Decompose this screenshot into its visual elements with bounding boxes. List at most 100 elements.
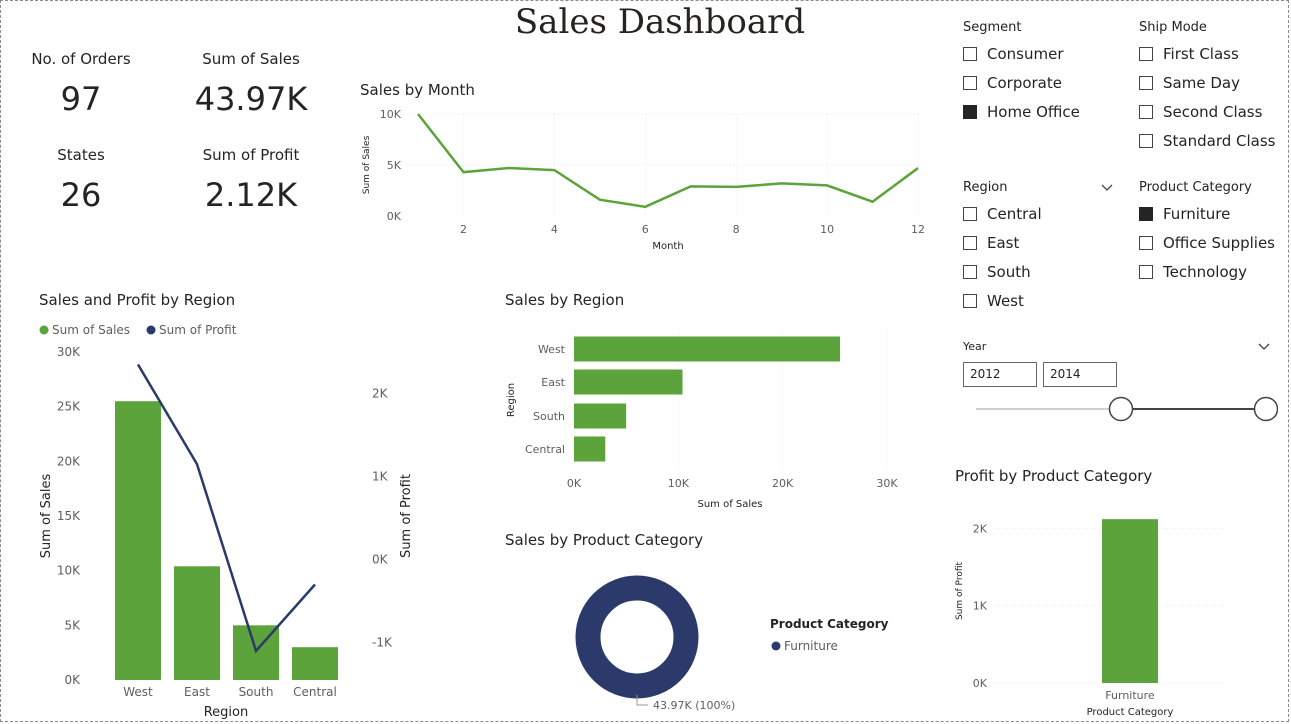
checkbox[interactable] [1139, 76, 1153, 90]
sales-by-product-category-title: Sales by Product Category [505, 531, 704, 549]
segment-option-corporate[interactable]: Corporate [963, 72, 1080, 94]
checkbox[interactable] [1139, 265, 1153, 279]
y2-tick-label: 2K [372, 387, 389, 401]
profit-by-product-category-title: Profit by Product Category [955, 467, 1153, 485]
legend-title: Product Category [770, 617, 889, 631]
product-category-slicer: Product Category Furniture Office Supplie… [1139, 180, 1275, 283]
region-option-central[interactable]: Central [963, 203, 1113, 225]
checkbox[interactable] [1139, 134, 1153, 148]
sales-profit-by-region-chart[interactable]: Sum of Sales Sum of Profit 0K 5K 10K 15K 20K 25… [20, 315, 430, 723]
slicer-item-label: Furniture [1163, 205, 1231, 223]
ship-mode-option-standard-class[interactable]: Standard Class [1139, 130, 1275, 152]
profit-line [136, 363, 316, 654]
x-tick-label: 2 [460, 223, 467, 236]
category-option-technology[interactable]: Technology [1139, 261, 1275, 283]
slicer-item-label: Office Supplies [1163, 234, 1276, 252]
y-tick-label: West [538, 343, 566, 356]
y-tick-label: South [533, 410, 565, 423]
kpi-label-sales: Sum of Sales [202, 50, 300, 68]
checkbox[interactable] [1139, 207, 1153, 221]
checkbox[interactable] [1139, 105, 1153, 119]
sales-by-month-chart[interactable]: 0K 5K 10K 2 4 6 8 10 12 Month Sum of Sales [350, 100, 940, 260]
x-tick-label: East [184, 685, 210, 699]
bar-east [574, 369, 683, 395]
x-tick-label: 4 [551, 223, 558, 236]
x-tick-label: 12 [911, 223, 925, 236]
checkbox[interactable] [963, 265, 977, 279]
x-tick-label: 8 [733, 223, 740, 236]
slicer-item-label: East [987, 234, 1020, 252]
y-tick-label: 25K [57, 400, 81, 414]
year-slicer: Year 2012 2014 [963, 340, 1278, 425]
y-tick-label: 0K [973, 677, 988, 690]
kpi-label-profit: Sum of Profit [202, 146, 300, 164]
segment-option-home-office[interactable]: Home Office [963, 101, 1080, 123]
x-axis-title: Region [204, 705, 249, 720]
y-tick-label: East [541, 376, 565, 389]
segment-slicer: Segment Consumer Corporate Home Office [963, 20, 1080, 123]
checkbox[interactable] [963, 236, 977, 250]
bar-furniture [1102, 519, 1158, 683]
bar-east [174, 566, 220, 680]
slicer-item-label: Corporate [987, 74, 1062, 92]
y-tick-label: Central [525, 443, 565, 456]
slicer-item-label: South [987, 263, 1031, 281]
x-tick-label: Furniture [1105, 689, 1155, 702]
sales-by-product-category-chart[interactable]: 43.97K (100%) Product Category Furniture [500, 555, 920, 720]
ship-mode-option-first-class[interactable]: First Class [1139, 43, 1275, 65]
year-from-input[interactable]: 2012 [963, 362, 1037, 387]
slicer-item-label: Same Day [1163, 74, 1240, 92]
chevron-down-icon[interactable] [1258, 343, 1270, 351]
x-tick-label: 20K [772, 477, 794, 490]
slider-handle-start[interactable] [1108, 396, 1134, 422]
ship-mode-option-same-day[interactable]: Same Day [1139, 72, 1275, 94]
year-slicer-header: Year [963, 340, 987, 353]
bar-central [292, 647, 338, 680]
kpi-label-orders: No. of Orders [31, 50, 131, 68]
segment-option-consumer[interactable]: Consumer [963, 43, 1080, 65]
slicer-item-label: Technology [1163, 263, 1248, 281]
bar-central [574, 436, 606, 462]
checkbox[interactable] [963, 294, 977, 308]
region-option-west[interactable]: West [963, 290, 1113, 312]
profit-by-product-category-chart[interactable]: 0K 1K 2K Furniture Product Category Sum of Pr… [945, 495, 1245, 720]
y2-axis-title: Sum of Profit [399, 474, 414, 558]
checkbox[interactable] [1139, 236, 1153, 250]
kpi-label-states: States [57, 146, 105, 164]
data-label: 43.97K (100%) [653, 699, 735, 712]
checkbox[interactable] [963, 76, 977, 90]
region-option-east[interactable]: East [963, 232, 1113, 254]
y-axis-title: Sum of Sales [362, 135, 372, 194]
sales-by-month-title: Sales by Month [360, 81, 475, 99]
checkbox[interactable] [963, 207, 977, 221]
sales-by-region-chart[interactable]: 0K 10K 20K 30K West East South Central Sum of Sa… [495, 320, 915, 515]
donut-slice-furniture [575, 575, 699, 699]
slicer-item-label: West [987, 292, 1024, 310]
region-option-south[interactable]: South [963, 261, 1113, 283]
slicer-item-label: Standard Class [1163, 132, 1276, 150]
y-tick-label: 1K [973, 600, 988, 613]
checkbox[interactable] [963, 47, 977, 61]
slicer-item-label: Home Office [987, 103, 1080, 121]
y-axis-title: Sum of Sales [39, 474, 54, 559]
year-range-slider[interactable] [963, 394, 1278, 424]
x-tick-label: 30K [876, 477, 898, 490]
kpi-value-profit: 2.12K [204, 176, 298, 214]
chevron-down-icon[interactable] [1101, 184, 1113, 192]
y2-tick-label: 1K [372, 470, 389, 484]
x-tick-label: 10K [668, 477, 690, 490]
legend-label: Sum of Profit [159, 323, 237, 337]
checkbox[interactable] [963, 105, 977, 119]
category-option-office-supplies[interactable]: Office Supplies [1139, 232, 1275, 254]
ship-mode-slicer: Ship Mode First Class Same Day Second Clas… [1139, 20, 1275, 152]
checkbox[interactable] [1139, 47, 1153, 61]
x-tick-label: South [239, 685, 274, 699]
sales-profit-by-region-title: Sales and Profit by Region [39, 291, 236, 309]
category-option-furniture[interactable]: Furniture [1139, 203, 1275, 225]
y-tick-label: 15K [57, 509, 81, 523]
x-axis-title: Month [652, 241, 683, 252]
year-to-input[interactable]: 2014 [1043, 362, 1117, 387]
slider-handle-end[interactable] [1253, 396, 1278, 422]
x-tick-label: West [123, 685, 153, 699]
ship-mode-option-second-class[interactable]: Second Class [1139, 101, 1275, 123]
